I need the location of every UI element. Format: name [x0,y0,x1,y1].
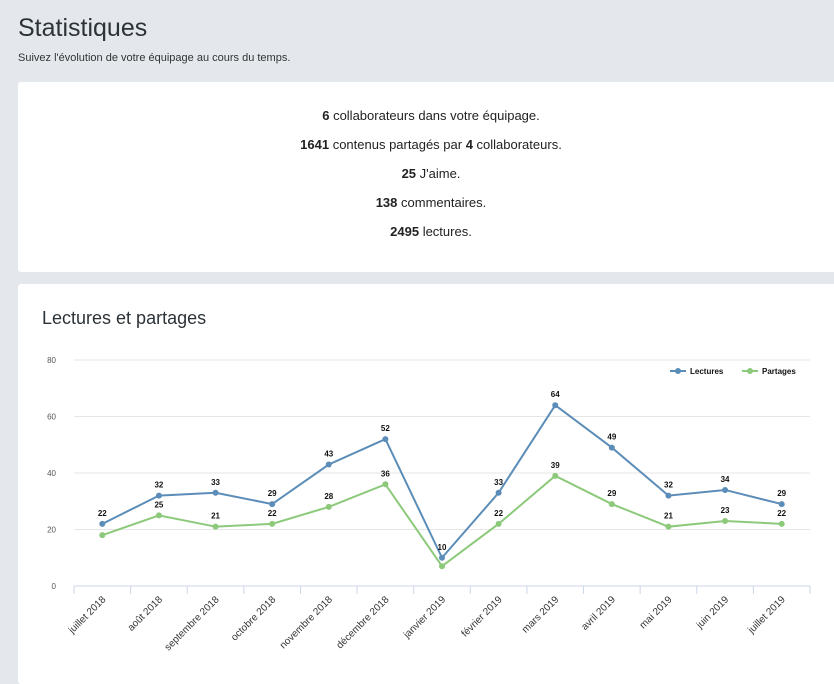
data-label: 64 [551,390,560,399]
data-label: 52 [381,424,390,433]
data-label: 10 [438,543,447,552]
summary-card: 6 collaborateurs dans votre équipage. 16… [18,82,834,272]
data-point [722,486,729,493]
x-tick-label: juin 2019 [694,594,731,631]
data-label: 34 [721,475,730,484]
data-label: 22 [268,509,277,518]
x-tick-label: novembre 2018 [278,594,335,651]
data-point [665,492,672,499]
x-tick-label: juillet 2019 [746,594,789,637]
x-tick-label: mai 2019 [638,594,675,631]
shared-text-end: collaborateurs. [472,137,562,152]
y-tick-label: 0 [52,582,57,591]
shared-count: 1641 [300,137,330,152]
data-label: 43 [324,450,333,459]
data-label: 22 [494,509,503,518]
data-point [495,520,502,527]
reads-text: lectures. [419,224,472,239]
data-label: 22 [777,509,786,518]
data-point [439,563,445,570]
legend-label: Lectures [690,367,724,376]
data-point [608,501,615,508]
series-line [101,403,782,560]
data-point [552,402,559,409]
data-point [382,436,389,443]
x-tick-label: mars 2019 [520,594,561,635]
likes-count: 25 [401,166,417,181]
summary-collaborators: 6 collaborateurs dans votre équipage. [18,108,834,123]
x-tick-label: avril 2019 [580,594,619,633]
data-point [382,481,389,488]
sharers-count: 4 [465,137,473,152]
summary-likes: 25 J'aime. [18,166,834,181]
x-tick-label: juillet 2018 [66,594,109,637]
data-point [495,489,502,496]
data-label: 33 [211,478,220,487]
page-subtitle: Suivez l'évolution de votre équipage au … [18,52,291,64]
data-point [155,492,162,499]
data-point [155,512,162,519]
y-tick-label: 80 [47,356,56,365]
data-label: 32 [154,481,163,490]
data-point [212,489,219,496]
data-label: 29 [268,489,277,498]
x-tick-label: août 2018 [126,594,166,634]
data-point [778,520,785,527]
x-tick-label: janvier 2019 [401,594,448,641]
data-label: 25 [154,500,163,509]
data-point [269,501,276,508]
data-label: 23 [721,506,730,515]
data-point [325,503,332,510]
data-point [99,520,106,527]
x-tick-label: février 2019 [460,594,505,639]
line-chart: 0 20 40 60 80 juillet 2018 août 2018septembre … [47,356,811,653]
y-tick-label: 20 [47,526,56,535]
data-label: 21 [664,512,673,521]
data-label: 33 [494,478,503,487]
data-label: 21 [211,512,220,521]
data-label: 49 [607,433,616,442]
summary-shared: 1641 contenus partagés par 4 collaborate… [18,137,834,152]
summary-comments: 138 commentaires. [18,195,834,210]
data-point [212,523,219,530]
chart-card: Lectures et partages 0 20 40 60 80 juillet 20… [18,284,834,684]
x-tick-label: octobre 2018 [229,594,278,643]
data-label: 29 [777,489,786,498]
comments-count: 138 [375,195,398,210]
data-point [608,444,615,451]
legend-marker [675,368,681,374]
series-line [101,474,782,568]
shared-text-mid: contenus partagés par [329,137,466,152]
data-label: 28 [324,492,333,501]
data-label: 39 [551,461,560,470]
x-tick-label: décembre 2018 [335,594,392,651]
data-point [269,520,276,527]
data-point [778,501,785,508]
y-tick-label: 60 [47,413,56,422]
legend-marker [747,368,753,374]
summary-reads: 2495 lectures. [18,224,834,239]
data-point [439,554,445,561]
data-label: 29 [607,489,616,498]
x-tick-label: septembre 2018 [163,594,222,653]
y-tick-label: 40 [47,469,56,478]
collaborators-text: collaborateurs dans votre équipage. [329,108,540,123]
page-header: Statistiques Suivez l'évolution de votre… [0,0,834,80]
data-point [99,532,106,539]
data-point [325,461,332,468]
page-title: Statistiques [18,14,148,42]
data-point [722,518,729,525]
data-label: 36 [381,469,390,478]
data-label: 32 [664,481,673,490]
data-point [552,472,559,479]
data-label: 22 [98,509,107,518]
data-point [665,523,672,530]
reads-count: 2495 [390,224,420,239]
likes-text: J'aime. [416,166,461,181]
comments-text: commentaires. [397,195,487,210]
legend-label: Partages [762,367,796,376]
